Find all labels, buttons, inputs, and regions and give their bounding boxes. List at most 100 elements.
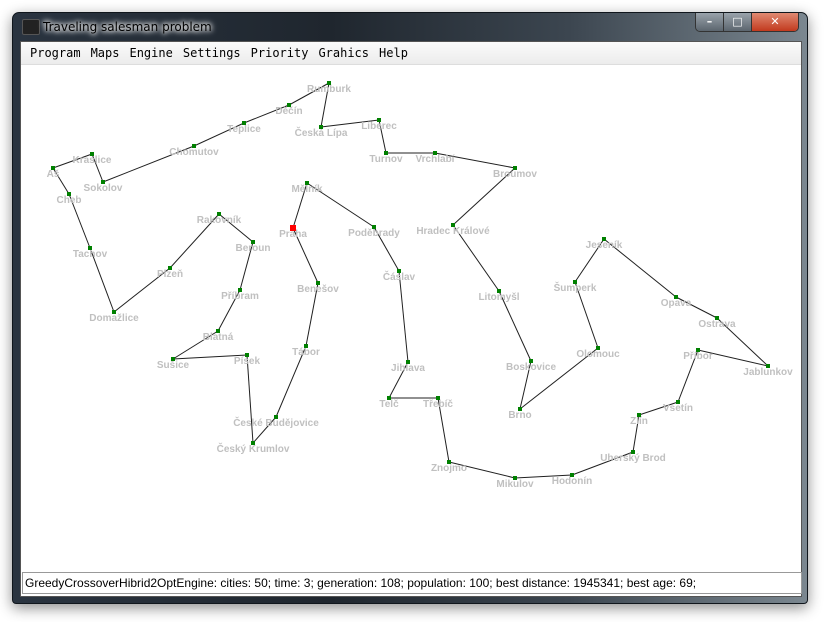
city-marker: [217, 212, 221, 216]
city-label: Opava: [661, 298, 692, 309]
city-label: Telč: [379, 399, 399, 410]
minimize-button[interactable]: –: [696, 13, 724, 31]
city-label: Teplice: [227, 124, 261, 135]
city-label: Rakovník: [197, 215, 242, 226]
tour-map-canvas: Rumburk Děčín Teplice Chomutov Sokolov Krasli…: [47, 81, 793, 490]
city-label: Hodonín: [552, 476, 593, 487]
city-marker: [387, 396, 391, 400]
city-marker: [316, 281, 320, 285]
window-controls: – □ ✕: [695, 13, 799, 32]
city-marker: [251, 240, 255, 244]
city-label: Poděbrady: [348, 228, 400, 239]
city-label: Tábor: [292, 347, 320, 358]
city-marker: [304, 344, 308, 348]
city-marker: [274, 415, 278, 419]
client-area: Program Maps Engine Settings Priority Gr…: [20, 41, 802, 597]
city-marker: [171, 357, 175, 361]
city-label: Domažlice: [89, 313, 139, 324]
city-label: Benešov: [297, 284, 339, 295]
city-label: Vsetín: [663, 403, 693, 414]
city-marker: [447, 460, 451, 464]
city-marker: [436, 396, 440, 400]
city-marker: [406, 360, 410, 364]
city-marker: [513, 166, 517, 170]
city-label: Liberec: [361, 121, 397, 132]
city-label: Chomutov: [169, 147, 219, 158]
city-label: Ostrava: [698, 319, 736, 330]
city-marker: [287, 103, 291, 107]
menu-settings[interactable]: Settings: [178, 42, 246, 64]
city-label: Znojmo: [431, 463, 467, 474]
city-marker: [216, 329, 220, 333]
city-marker: [67, 192, 71, 196]
city-marker: [305, 181, 309, 185]
city-marker: [168, 266, 172, 270]
city-label: Zlín: [630, 416, 648, 427]
city-label: Litomyšl: [478, 292, 519, 303]
city-marker: [242, 121, 246, 125]
city-marker: [451, 223, 455, 227]
city-marker: [631, 450, 635, 454]
city-marker: [192, 144, 196, 148]
city-label: Brno: [508, 410, 531, 421]
tour-map: Rumburk Děčín Teplice Chomutov Sokolov Krasli…: [21, 65, 801, 571]
city-marker: [637, 413, 641, 417]
city-label: Uherský Brod: [600, 453, 666, 464]
menu-engine[interactable]: Engine: [124, 42, 177, 64]
maximize-button[interactable]: □: [724, 13, 752, 31]
city-marker: [513, 476, 517, 480]
city-label: Plzeň: [157, 269, 183, 280]
app-window: Traveling salesman problem – □ ✕ Program…: [12, 12, 808, 604]
city-marker: [433, 151, 437, 155]
city-marker: [602, 237, 606, 241]
menu-graphics[interactable]: Grahics: [313, 42, 374, 64]
city-marker: [384, 151, 388, 155]
route-segment: [246, 354, 254, 444]
city-label: Boskovice: [506, 362, 556, 373]
city-label: Děčín: [275, 106, 302, 117]
close-button[interactable]: ✕: [752, 13, 798, 31]
city-marker: [518, 407, 522, 411]
menu-priority[interactable]: Priority: [246, 42, 314, 64]
city-label: Třebíč: [423, 399, 453, 410]
city-marker: [696, 348, 700, 352]
city-label: Tachov: [73, 249, 108, 260]
city-marker: [327, 81, 331, 85]
city-label: Kraslice: [73, 155, 112, 166]
city-label: Blatná: [203, 332, 234, 343]
city-marker: [397, 269, 401, 273]
city-marker: [377, 118, 381, 122]
city-marker: [88, 246, 92, 250]
city-marker: [319, 125, 323, 129]
city-label: Beroun: [236, 243, 271, 254]
city-label: Vrchlabí: [416, 154, 456, 165]
city-label: Příbram: [221, 291, 259, 302]
city-label: Jeseník: [586, 240, 623, 251]
menu-program[interactable]: Program: [25, 42, 86, 64]
city-label: Turnov: [369, 154, 403, 165]
city-marker: [570, 473, 574, 477]
city-label: Mikulov: [496, 479, 534, 490]
city-marker: [529, 359, 533, 363]
title-bar[interactable]: Traveling salesman problem – □ ✕: [13, 13, 807, 41]
city-label: Aš: [47, 169, 60, 180]
menu-help[interactable]: Help: [374, 42, 413, 64]
city-label: Rumburk: [307, 84, 351, 95]
city-label: Cheb: [57, 195, 82, 206]
city-marker: [245, 353, 249, 357]
menu-maps[interactable]: Maps: [86, 42, 125, 64]
city-marker: [674, 295, 678, 299]
city-marker: [372, 225, 376, 229]
city-marker: [573, 280, 577, 284]
city-label: Jablunkov: [743, 367, 793, 378]
city-label: Olomouc: [576, 349, 620, 360]
city-label: Příbor: [683, 351, 713, 362]
city-label: Sušice: [157, 360, 190, 371]
city-marker: [112, 310, 116, 314]
city-marker: [51, 166, 55, 170]
route-segment: [398, 270, 409, 363]
city-marker: [596, 346, 600, 350]
city-label: Mělník: [291, 184, 323, 195]
status-bar: GreedyCrossoverHibrid2OptEngine: cities:…: [22, 572, 802, 594]
city-marker: [676, 400, 680, 404]
